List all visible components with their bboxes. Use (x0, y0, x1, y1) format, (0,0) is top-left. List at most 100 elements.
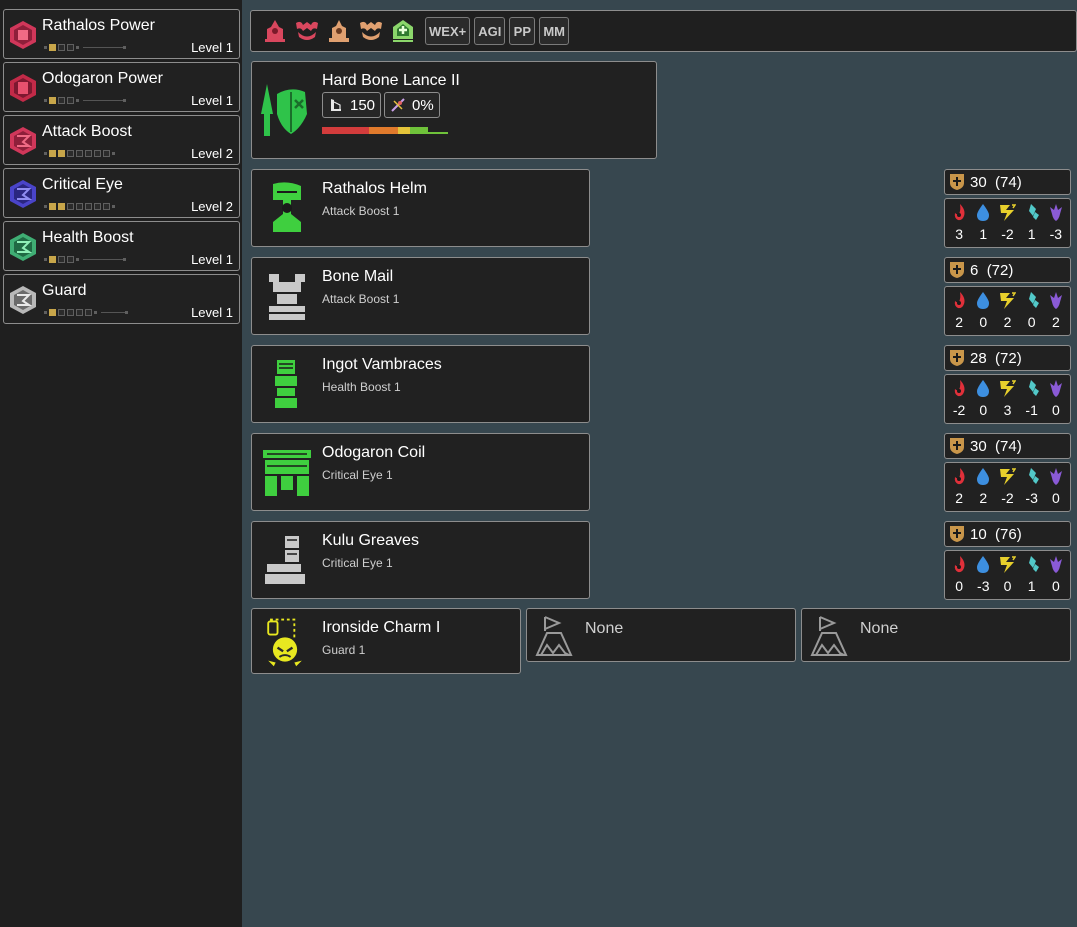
resistance-value: 1 (979, 226, 988, 242)
skill-level-pips (44, 149, 117, 157)
tool-slot-1[interactable]: None (526, 608, 796, 662)
defense-value: 30 (970, 173, 987, 191)
water-icon (977, 380, 990, 397)
shield-icon (950, 262, 964, 278)
armor-card[interactable]: Bone Mail Attack Boost 1 (251, 257, 590, 335)
skill-item[interactable]: Guard Level 1 (3, 274, 240, 324)
resistance-value: -3 (1025, 490, 1038, 506)
resistance-value: -3 (977, 578, 990, 594)
armor-stats: 28 (72) -2 0 3 -1 0 (944, 345, 1071, 424)
agi-button[interactable]: AGI (474, 17, 506, 45)
resistance-value: 0 (1051, 490, 1060, 506)
resistance-value: -2 (1001, 490, 1014, 506)
skill-level: Level 1 (191, 40, 233, 55)
defense-value: 30 (970, 437, 987, 455)
dragon-icon (1049, 556, 1062, 573)
resistance-value: 0 (979, 314, 988, 330)
skill-item[interactable]: Attack Boost Level 2 (3, 115, 240, 165)
resistance-value: 1 (1027, 578, 1036, 594)
resistance-cell: -3 (1020, 466, 1044, 511)
skill-level: Level 2 (191, 146, 233, 161)
armor-name: Ingot Vambraces (322, 356, 442, 373)
skill-name: Odogaron Power (42, 70, 163, 87)
mantle-icon (535, 616, 573, 656)
affinity-stat: 0% (384, 92, 440, 118)
skill-level-pips (44, 96, 128, 104)
skill-level-pips (44, 43, 128, 51)
weapon-card[interactable]: Hard Bone Lance II 150 0% (251, 61, 657, 159)
armor-piece-icon (269, 274, 305, 320)
lance-icon (261, 84, 307, 136)
kulu-set-icon[interactable] (357, 17, 385, 45)
attack-value: 150 (350, 96, 376, 114)
fire-icon (954, 468, 965, 485)
defense-box: 28 (72) (944, 345, 1071, 371)
sword-icon (331, 99, 341, 111)
charm-card[interactable]: Ironside Charm I Guard 1 (251, 608, 521, 674)
resistance-cell: 2 (995, 290, 1019, 335)
armor-card[interactable]: Ingot Vambraces Health Boost 1 (251, 345, 590, 423)
armor-stats: 6 (72) 2 0 2 0 2 (944, 257, 1071, 336)
armor-card[interactable]: Rathalos Helm Attack Boost 1 (251, 169, 590, 247)
mm-button[interactable]: MM (539, 17, 570, 45)
thunder-icon (1000, 556, 1017, 573)
rathalos-set-icon[interactable] (261, 17, 289, 45)
skill-level-pips (44, 255, 128, 263)
skill-name: Attack Boost (42, 123, 132, 140)
odogaron-set-icon[interactable] (293, 17, 321, 45)
resistance-box: 2 2 -2 -3 0 (944, 462, 1071, 512)
pp-button[interactable]: PP (509, 17, 536, 45)
fire-icon (954, 556, 965, 573)
armor-skill: Attack Boost 1 (322, 292, 400, 306)
armor-name: Rathalos Helm (322, 180, 427, 197)
armor-name: Odogaron Coil (322, 444, 426, 461)
skill-item[interactable]: Rathalos Power Level 1 (3, 9, 240, 59)
resistance-cell: 1 (1020, 554, 1044, 599)
resistance-value: 0 (955, 578, 963, 594)
wex-plus-button[interactable]: WEX+ (425, 17, 471, 45)
fire-icon (954, 204, 965, 221)
affinity-icon (391, 98, 405, 112)
shield-icon (950, 526, 964, 542)
defense-box: 30 (74) (944, 433, 1071, 459)
affinity-value: 0% (412, 96, 434, 114)
charm-name: Ironside Charm I (322, 619, 441, 636)
skill-item[interactable]: Critical Eye Level 2 (3, 168, 240, 218)
healing-icon[interactable] (389, 17, 417, 45)
resistance-cell: 0 (995, 554, 1019, 599)
attack-stat: 150 (322, 92, 382, 118)
bone-set-icon[interactable] (325, 17, 353, 45)
defense-value: 28 (970, 349, 987, 367)
armor-skill: Critical Eye 1 (322, 556, 393, 570)
set-bonus-toolbar: WEX+ AGI PP MM (250, 10, 1077, 52)
skill-level: Level 1 (191, 252, 233, 267)
water-icon (977, 292, 990, 309)
sharpness-segment (398, 127, 410, 134)
shield-icon (950, 174, 964, 190)
skill-item[interactable]: Health Boost Level 1 (3, 221, 240, 271)
skill-list: Rathalos Power Level 1 Odogaron Power Le… (0, 0, 242, 927)
armor-piece-icon (273, 182, 301, 232)
resistance-value: -3 (1049, 226, 1063, 242)
resistance-cell: -2 (995, 466, 1019, 511)
skill-level-pips (44, 202, 117, 210)
resistance-box: -2 0 3 -1 0 (944, 374, 1071, 424)
resistance-value: 2 (955, 314, 963, 330)
thunder-icon (1000, 204, 1017, 221)
dragon-icon (1049, 292, 1062, 309)
thunder-icon (1000, 380, 1017, 397)
fire-icon (954, 292, 965, 309)
armor-card[interactable]: Odogaron Coil Critical Eye 1 (251, 433, 590, 511)
armor-card[interactable]: Kulu Greaves Critical Eye 1 (251, 521, 590, 599)
skill-icon (10, 286, 36, 314)
resistance-cell: 0 (1020, 290, 1044, 335)
skill-level: Level 1 (191, 93, 233, 108)
skill-item[interactable]: Odogaron Power Level 1 (3, 62, 240, 112)
ice-icon (1028, 380, 1039, 396)
resistance-cell: 1 (1020, 202, 1044, 247)
resistance-value: 0 (1003, 578, 1012, 594)
max-defense-value: (72) (986, 261, 1014, 279)
skill-level: Level 1 (191, 305, 233, 320)
shield-icon (950, 350, 964, 366)
tool-slot-2[interactable]: None (801, 608, 1071, 662)
